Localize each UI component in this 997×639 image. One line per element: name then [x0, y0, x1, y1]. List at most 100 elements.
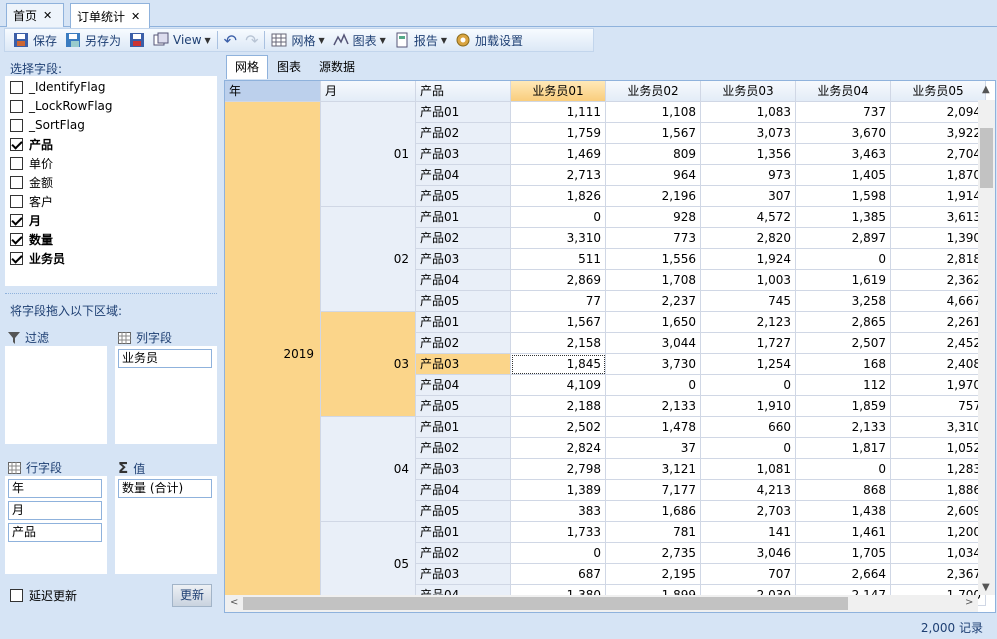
checkbox-icon[interactable] — [10, 80, 23, 94]
checkbox-icon[interactable] — [10, 156, 23, 170]
value-cell[interactable]: 773 — [606, 228, 701, 249]
value-cell[interactable]: 4,213 — [701, 480, 796, 501]
column-header[interactable]: 业务员03 — [701, 81, 796, 102]
update-button[interactable]: 更新 — [172, 584, 212, 607]
product-cell[interactable]: 产品02 — [416, 228, 511, 249]
value-cell[interactable]: 3,073 — [701, 123, 796, 144]
product-cell[interactable]: 产品02 — [416, 543, 511, 564]
value-cell[interactable]: 1,924 — [701, 249, 796, 270]
value-cell[interactable]: 2,188 — [511, 396, 606, 417]
tab-grid[interactable]: 网格 — [226, 55, 269, 79]
value-cell[interactable]: 168 — [796, 354, 891, 375]
value-cell[interactable]: 1,254 — [701, 354, 796, 375]
product-cell[interactable]: 产品01 — [416, 207, 511, 228]
row-zone[interactable]: 年月产品 — [5, 476, 107, 574]
field-item[interactable]: 单价 — [10, 154, 53, 172]
value-cell[interactable]: 1,619 — [796, 270, 891, 291]
product-cell[interactable]: 产品01 — [416, 417, 511, 438]
column-header[interactable]: 业务员01 — [511, 81, 606, 102]
value-cell[interactable]: 707 — [701, 564, 796, 585]
value-cell[interactable]: 1,438 — [796, 501, 891, 522]
pivot-grid[interactable]: 年月产品 业务员01 业务员02 业务员03 业务员04 业务员05 2019 01 产品01 1… — [224, 80, 996, 613]
value-cell[interactable]: 383 — [511, 501, 606, 522]
value-cell[interactable]: 3,121 — [606, 459, 701, 480]
checkbox-icon[interactable] — [10, 175, 23, 189]
checkbox-icon[interactable] — [10, 251, 23, 265]
product-cell[interactable]: 产品04 — [416, 480, 511, 501]
field-item[interactable]: 金额 — [10, 173, 53, 191]
value-cell[interactable]: 0 — [796, 459, 891, 480]
field-chip[interactable]: 年 — [8, 479, 102, 498]
product-cell[interactable]: 产品03 — [416, 354, 511, 375]
value-cell[interactable]: 1,556 — [606, 249, 701, 270]
value-cell[interactable]: 1,083 — [701, 102, 796, 123]
tab-chart[interactable]: 图表 — [268, 55, 310, 79]
value-cell[interactable]: 4,572 — [701, 207, 796, 228]
value-cell[interactable]: 2,865 — [796, 312, 891, 333]
value-cell[interactable]: 1,845 — [511, 354, 606, 375]
tab-home[interactable]: 首页 ✕ — [6, 3, 64, 27]
year-cell[interactable]: 2019 — [225, 102, 321, 606]
value-cell[interactable]: 1,708 — [606, 270, 701, 291]
value-cell[interactable]: 2,133 — [796, 417, 891, 438]
close-icon[interactable]: ✕ — [43, 9, 52, 22]
vertical-scroll-thumb[interactable] — [980, 128, 993, 188]
value-cell[interactable]: 2,897 — [796, 228, 891, 249]
value-cell[interactable]: 7,177 — [606, 480, 701, 501]
undo-button[interactable]: ↶ — [220, 29, 241, 51]
value-cell[interactable]: 1,567 — [606, 123, 701, 144]
scroll-down-icon[interactable]: ▼ — [982, 582, 990, 593]
value-cell[interactable]: 77 — [511, 291, 606, 312]
value-cell[interactable]: 1,650 — [606, 312, 701, 333]
column-header[interactable]: 业务员05 — [891, 81, 986, 102]
value-cell[interactable]: 2,824 — [511, 438, 606, 459]
month-cell[interactable]: 01 — [321, 102, 416, 207]
value-cell[interactable]: 3,670 — [796, 123, 891, 144]
product-cell[interactable]: 产品03 — [416, 564, 511, 585]
value-cell[interactable]: 2,664 — [796, 564, 891, 585]
field-chip[interactable]: 数量 (合计) — [118, 479, 212, 498]
value-cell[interactable]: 2,502 — [511, 417, 606, 438]
field-item[interactable]: _SortFlag — [10, 116, 85, 134]
value-cell[interactable]: 928 — [606, 207, 701, 228]
field-item[interactable]: 客户 — [10, 192, 53, 210]
value-cell[interactable]: 1,389 — [511, 480, 606, 501]
value-cell[interactable]: 1,478 — [606, 417, 701, 438]
scroll-right-icon[interactable]: > — [965, 597, 973, 608]
value-cell[interactable]: 1,469 — [511, 144, 606, 165]
value-cell[interactable]: 757 — [891, 396, 986, 417]
value-cell[interactable]: 1,870 — [891, 165, 986, 186]
value-cell[interactable]: 4,109 — [511, 375, 606, 396]
product-cell[interactable]: 产品05 — [416, 186, 511, 207]
product-cell[interactable]: 产品02 — [416, 123, 511, 144]
value-cell[interactable]: 2,158 — [511, 333, 606, 354]
value-cell[interactable]: 2,195 — [606, 564, 701, 585]
value-cell[interactable]: 1,034 — [891, 543, 986, 564]
product-cell[interactable]: 产品01 — [416, 102, 511, 123]
value-cell[interactable]: 737 — [796, 102, 891, 123]
value-cell[interactable]: 1,356 — [701, 144, 796, 165]
checkbox-icon[interactable] — [10, 99, 23, 113]
value-cell[interactable]: 0 — [701, 438, 796, 459]
product-cell[interactable]: 产品04 — [416, 375, 511, 396]
value-cell[interactable]: 1,390 — [891, 228, 986, 249]
report-dropdown[interactable]: 报告 ▼ — [390, 29, 451, 51]
value-cell[interactable]: 964 — [606, 165, 701, 186]
value-cell[interactable]: 1,052 — [891, 438, 986, 459]
value-cell[interactable]: 2,452 — [891, 333, 986, 354]
value-cell[interactable]: 1,461 — [796, 522, 891, 543]
value-cell[interactable]: 0 — [511, 207, 606, 228]
product-cell[interactable]: 产品02 — [416, 333, 511, 354]
value-cell[interactable]: 0 — [701, 375, 796, 396]
year-header[interactable]: 年 — [225, 81, 321, 102]
column-header[interactable]: 业务员04 — [796, 81, 891, 102]
value-cell[interactable]: 1,970 — [891, 375, 986, 396]
scroll-up-icon[interactable]: ▲ — [982, 84, 990, 95]
chart-dropdown[interactable]: 图表 ▼ — [329, 29, 390, 51]
value-cell[interactable]: 3,922 — [891, 123, 986, 144]
value-cell[interactable]: 1,826 — [511, 186, 606, 207]
product-cell[interactable]: 产品05 — [416, 291, 511, 312]
value-cell[interactable]: 3,044 — [606, 333, 701, 354]
value-cell[interactable]: 2,123 — [701, 312, 796, 333]
value-cell[interactable]: 809 — [606, 144, 701, 165]
